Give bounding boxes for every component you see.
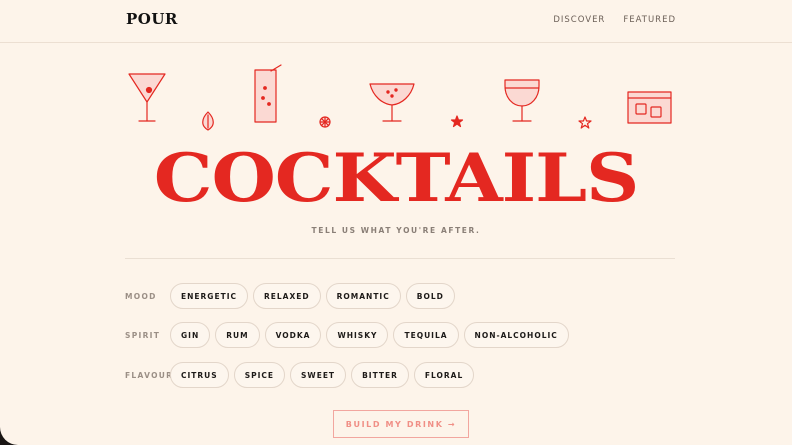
star-icon [450,115,464,128]
glassware-illustration [128,64,672,131]
chip-spirit-gin[interactable]: GIN [170,322,211,348]
filter-label-mood: MOOD [125,291,157,301]
brand-logo[interactable]: POUR [126,10,178,28]
nav-featured-link[interactable]: FEATURED [623,15,676,25]
main-nav: DISCOVER FEATURED [553,15,676,25]
filter-label-flavour: FLAVOUR [125,370,174,380]
coupe-glass-icon [369,83,415,122]
chip-mood-romantic[interactable]: ROMANTIC [325,283,401,309]
filter-row-spirit: SPIRIT GIN RUM VODKA WHISKY TEQUILA NON-… [125,322,569,348]
hero-title: COCKTAILS [153,139,640,217]
build-my-drink-button[interactable]: BUILD MY DRINK → [333,410,469,438]
app-frame: POUR DISCOVER FEATURED COCKTAILS TELL US… [0,0,792,445]
chip-mood-bold[interactable]: BOLD [405,283,455,309]
martini-glass-icon [128,73,166,122]
chip-flavour-spice[interactable]: SPICE [233,362,286,388]
filter-row-mood: MOOD ENERGETIC RELAXED ROMANTIC BOLD [125,283,455,309]
wine-glass-icon [504,79,540,122]
nav-discover-link[interactable]: DISCOVER [553,15,605,25]
chip-flavour-citrus[interactable]: CITRUS [170,362,229,388]
filter-row-flavour: FLAVOUR CITRUS SPICE SWEET BITTER FLORAL [125,362,475,388]
chip-flavour-bitter[interactable]: BITTER [351,362,409,388]
chip-spirit-whisky[interactable]: WHISKY [326,322,389,348]
chip-mood-energetic[interactable]: ENERGETIC [170,283,248,309]
leaf-icon [202,111,214,131]
chip-flavour-floral[interactable]: FLORAL [413,362,475,388]
citrus-slice-icon [319,116,331,128]
hero-tagline: TELL US WHAT YOU'RE AFTER. [311,226,481,235]
section-divider [125,258,675,259]
chip-mood-relaxed[interactable]: RELAXED [253,283,321,309]
star-outline-icon [578,116,592,129]
filter-label-spirit: SPIRIT [125,330,161,340]
chip-flavour-sweet[interactable]: SWEET [290,362,347,388]
chip-spirit-tequila[interactable]: TEQUILA [393,322,459,348]
rocks-glass-icon [627,91,672,124]
highball-glass-icon [254,64,282,123]
top-nav-bar: POUR DISCOVER FEATURED [0,0,792,43]
chip-spirit-vodka[interactable]: VODKA [264,322,322,348]
chip-spirit-rum[interactable]: RUM [215,322,260,348]
chip-spirit-non-alcoholic[interactable]: NON-ALCOHOLIC [463,322,569,348]
